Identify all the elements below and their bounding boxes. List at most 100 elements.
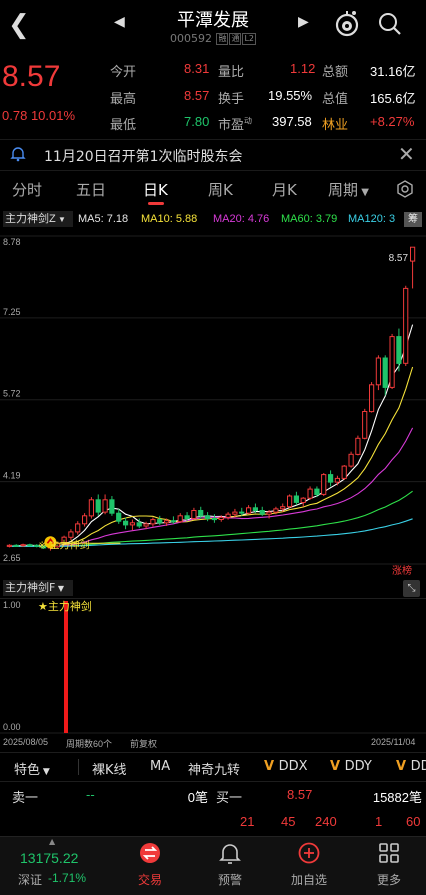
candle-body [389,336,395,388]
candle-body [355,437,361,455]
change-percent: 10.01% [30,108,76,123]
search-icon[interactable] [378,12,402,36]
candle-body [164,520,170,524]
ma10-label: MA10: 5.88 [141,213,198,225]
add-watchlist-icon[interactable] [298,842,320,864]
main-indicator-name: 主力神剑Z [5,213,56,225]
sell1-qty: 0笔 [187,790,208,805]
nav-add-watchlist-label[interactable]: 加自选 [279,871,339,888]
toolbar-ddy[interactable]: V DDY [330,759,372,774]
toolbar-naked-k[interactable]: 裸K线 [92,759,127,778]
ma-legend: 主力神剑Z ▼ MA5: 7.18 MA10: 5.88 MA20: 4.76 … [0,208,426,230]
buy1-price: 8.57 [287,787,313,802]
y-tick-label: 8.78 [3,237,21,247]
trade-icon[interactable] [139,842,161,864]
y-tick-top: 1.00 [3,600,21,610]
pe-label-text: 市盈 [218,117,245,132]
chevron-up-icon[interactable]: ▲ [49,837,55,846]
amount-value: 31.16亿 [370,64,416,79]
candle-body [102,499,108,513]
sector-label[interactable]: 林业 [322,114,348,133]
main-indicator-select[interactable]: 主力神剑Z ▼ [3,211,73,227]
low-label: 最低 [110,117,137,132]
candle-body [403,287,409,364]
candle-body [129,522,136,526]
candle-body [307,488,313,499]
tab-weekly-k[interactable]: 周K [208,179,233,200]
next-stock-icon[interactable]: ▶ [298,14,309,30]
alert-bell-icon[interactable] [219,842,241,864]
candle-body [136,522,142,527]
ma5-label: MA5: 7.18 [78,213,129,225]
candle-body [27,544,33,547]
index-change: -1.71% [48,871,87,885]
low-value: 7.80 [184,114,210,129]
tab-intraday[interactable]: 分时 [12,179,42,200]
price-change: 0.78 10.01% [2,108,75,123]
adjust-type: 前复权 [130,739,158,749]
candle-body [170,520,177,523]
nav-alert-label[interactable]: 预警 [200,871,260,888]
y-tick-label: 4.19 [3,471,21,481]
market-cap-label: 总值 [322,91,349,106]
candle-body [211,518,218,521]
candle-body [362,411,368,439]
tab-daily-k[interactable]: 日K [143,179,168,200]
candle-body [321,474,327,495]
candle-body [280,506,286,510]
candle-body [369,384,375,413]
sub-indicator-select[interactable]: 主力神剑F ▼ [3,580,73,596]
ma20-line [9,427,414,547]
toolbar-ddx[interactable]: V DDX [264,759,308,774]
y-tick-label: 7.25 [3,307,21,317]
order-detail-2: 45 [281,814,296,829]
feature-label: 特色 [14,763,41,778]
candle-body [150,519,156,525]
announcement-text: 11月20日召开第1次临时股东会 [44,149,243,165]
tab-five-day[interactable]: 五日 [76,179,106,200]
candle-body [157,519,163,524]
candlestick-chart[interactable]: 8.78 7.25 5.72 4.19 2.65 8.57 ※ 主力神剑涨榜 [0,230,426,576]
candle-body [75,523,81,533]
toolbar-ma[interactable]: MA [150,759,170,774]
turnover-value: 19.55% [268,88,313,103]
candle-body [252,507,259,511]
pe-superscript: 动 [244,116,253,126]
chip-distribution-button[interactable]: 筹 [404,212,422,227]
more-grid-icon[interactable] [378,842,400,864]
candle-body [191,510,197,519]
candle-body [6,544,12,547]
sell1-label: 卖一 [12,790,39,805]
feature-dropdown[interactable]: 特色 ▼ [14,759,50,778]
order-detail-4: 1 [375,814,383,829]
toolbar-td9[interactable]: 神奇九转 [188,759,240,778]
expand-icon[interactable]: ⤡ [403,580,420,597]
change-value: 0.78 [2,108,28,123]
nav-more-label[interactable]: 更多 [359,871,419,888]
sub-indicator-chart[interactable]: 1.00 0.00 ★主力神剑 [0,598,426,734]
margin-tag: 融 [216,33,229,45]
bell-icon [10,147,26,162]
candle-body [88,499,95,517]
candle-body [328,474,334,483]
caret-down-icon: ▼ [55,584,65,593]
tab-monthly-k[interactable]: 月K [272,179,297,200]
vip-icon: V [264,759,279,774]
volume-ratio-label: 量比 [218,64,245,79]
index-value[interactable]: 13175.22 [20,850,78,866]
pe-label: 市盈动 [218,114,252,133]
announcement-bar[interactable]: 11月20日召开第1次临时股东会 ✕ [0,139,426,171]
buy1-label: 买一 [216,790,243,805]
nav-trade-label[interactable]: 交易 [120,871,180,888]
order-book: 卖一 -- 0笔 买一 8.57 15882笔 21 45 240 1 60 [0,782,426,834]
settings-icon[interactable] [396,180,414,198]
vip-icon: V [330,759,345,774]
candle-body [82,515,88,525]
sector-change: +8.27% [370,114,415,129]
tab-period-dropdown[interactable]: 周期 ▼ [328,179,369,200]
toolbar-ddz[interactable]: V DD [396,759,426,774]
close-icon[interactable]: ✕ [398,142,415,166]
y-tick-bottom: 0.00 [3,722,21,732]
candle-body [20,544,26,547]
robot-icon[interactable] [333,10,361,38]
